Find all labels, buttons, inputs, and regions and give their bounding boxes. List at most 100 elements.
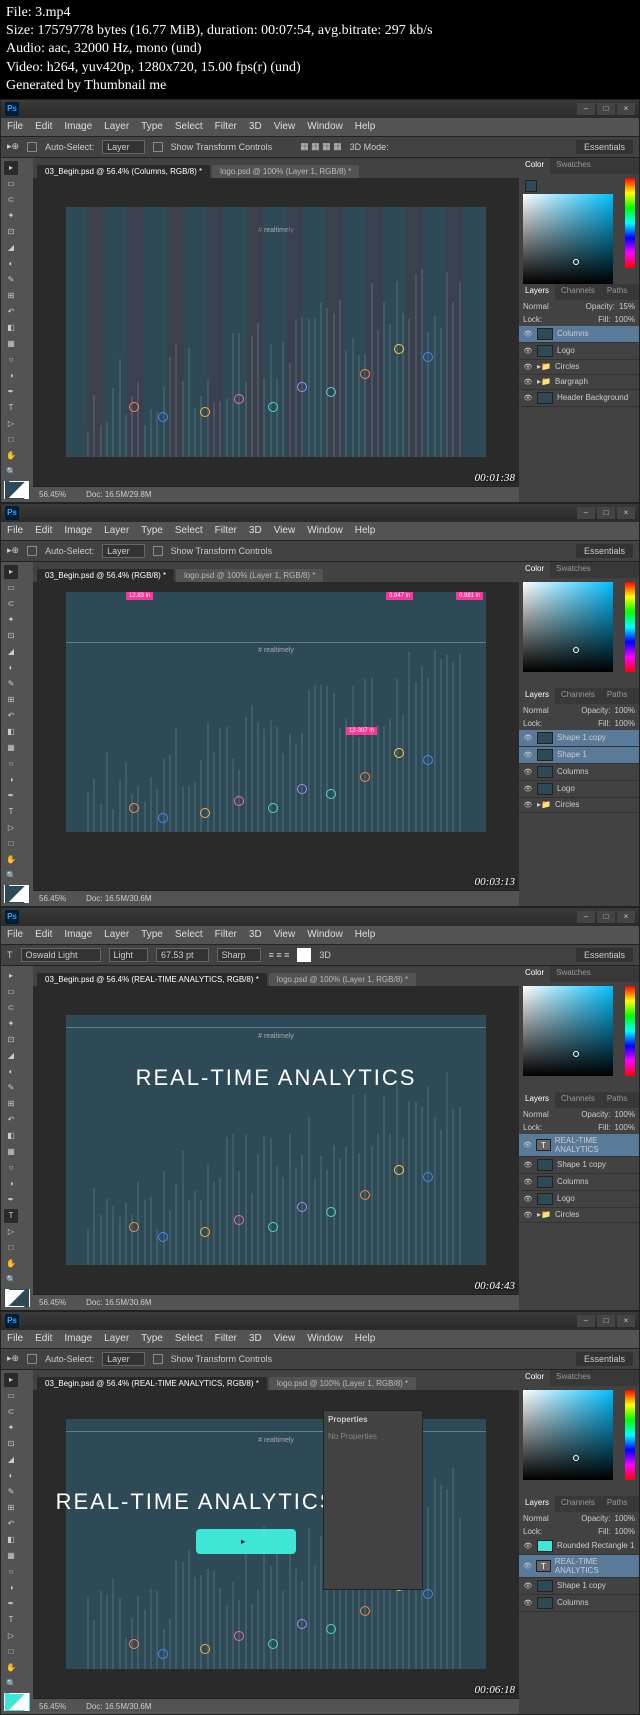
color-tab[interactable]: Color bbox=[519, 1370, 550, 1386]
headline-text[interactable]: REAL-TIME ANALYTICS bbox=[66, 1065, 486, 1091]
opacity-value[interactable]: 100% bbox=[615, 1110, 635, 1119]
menu-edit[interactable]: Edit bbox=[35, 525, 52, 536]
font-size-dropdown[interactable]: 67.53 pt bbox=[156, 948, 209, 962]
menu-type[interactable]: Type bbox=[141, 929, 163, 940]
marquee-tool[interactable]: ▭ bbox=[4, 177, 18, 191]
wand-tool[interactable]: ✦ bbox=[4, 1421, 18, 1435]
menu-help[interactable]: Help bbox=[355, 929, 376, 940]
brush-tool[interactable]: ✎ bbox=[4, 677, 18, 691]
paths-tab[interactable]: Paths bbox=[601, 284, 633, 300]
fill-value[interactable]: 100% bbox=[615, 719, 635, 728]
color-swatches[interactable] bbox=[4, 481, 30, 499]
menu-file[interactable]: File bbox=[7, 929, 23, 940]
gradient-tool[interactable]: ▦ bbox=[4, 741, 18, 755]
visibility-icon[interactable]: 👁 bbox=[523, 784, 533, 794]
autoselect-checkbox[interactable] bbox=[27, 546, 37, 556]
pen-tool[interactable]: ✒ bbox=[4, 385, 18, 399]
menu-window[interactable]: Window bbox=[307, 121, 343, 132]
layers-tab[interactable]: Layers bbox=[519, 1496, 555, 1512]
menu-type[interactable]: Type bbox=[141, 121, 163, 132]
brush-tool[interactable]: ✎ bbox=[4, 1485, 18, 1499]
menu-view[interactable]: View bbox=[274, 1333, 296, 1344]
tab-logo[interactable]: logo.psd @ 100% (Layer 1, RGB/8) * bbox=[269, 1377, 416, 1390]
lasso-tool[interactable]: ⊂ bbox=[4, 193, 18, 207]
heal-tool[interactable]: ◐ bbox=[4, 1469, 18, 1483]
menu-select[interactable]: Select bbox=[175, 929, 203, 940]
visibility-icon[interactable]: 👁 bbox=[523, 377, 533, 387]
menu-select[interactable]: Select bbox=[175, 525, 203, 536]
gradient-tool[interactable]: ▦ bbox=[4, 1549, 18, 1563]
layer-row[interactable]: 👁▸📁Circles bbox=[519, 360, 639, 375]
channels-tab[interactable]: Channels bbox=[555, 1496, 601, 1512]
close-button[interactable]: × bbox=[617, 1315, 635, 1327]
autoselect-dropdown[interactable]: Layer bbox=[102, 1352, 145, 1366]
visibility-icon[interactable]: 👁 bbox=[523, 1140, 532, 1150]
transform-checkbox[interactable] bbox=[153, 1354, 163, 1364]
zoom-tool[interactable]: 🔍 bbox=[4, 869, 18, 883]
layer-row[interactable]: 👁▸📁Bargraph bbox=[519, 375, 639, 390]
menu-window[interactable]: Window bbox=[307, 929, 343, 940]
fill-value[interactable]: 100% bbox=[615, 1527, 635, 1536]
layer-row[interactable]: 👁TREAL-TIME ANALYTICS bbox=[519, 1555, 639, 1578]
hand-tool[interactable]: ✋ bbox=[4, 1661, 18, 1675]
eyedropper-tool[interactable]: ◢ bbox=[4, 241, 18, 255]
history-brush-tool[interactable]: ↶ bbox=[4, 305, 18, 319]
hue-slider[interactable] bbox=[625, 582, 635, 672]
menu-layer[interactable]: Layer bbox=[104, 121, 129, 132]
menu-3d[interactable]: 3D bbox=[249, 1333, 262, 1344]
autoselect-dropdown[interactable]: Layer bbox=[102, 140, 145, 154]
color-picker[interactable] bbox=[519, 1386, 639, 1496]
shape-tool[interactable]: □ bbox=[4, 837, 18, 851]
swatches-tab[interactable]: Swatches bbox=[550, 966, 597, 982]
tab-begin[interactable]: 03_Begin.psd @ 56.4% (REAL-TIME ANALYTIC… bbox=[37, 1377, 267, 1390]
layer-row[interactable]: 👁Rounded Rectangle 1 bbox=[519, 1538, 639, 1555]
minimize-button[interactable]: – bbox=[577, 103, 595, 115]
color-field[interactable] bbox=[523, 194, 613, 284]
layer-row[interactable]: 👁Shape 1 copy bbox=[519, 730, 639, 747]
close-button[interactable]: × bbox=[617, 507, 635, 519]
color-picker[interactable] bbox=[519, 578, 639, 688]
visibility-icon[interactable]: 👁 bbox=[523, 1598, 533, 1608]
type-tool[interactable]: T bbox=[4, 401, 18, 415]
shape-tool[interactable]: □ bbox=[4, 433, 18, 447]
layer-row[interactable]: 👁Columns bbox=[519, 326, 639, 343]
tab-logo[interactable]: logo.psd @ 100% (Layer 1, RGB/8) * bbox=[212, 165, 359, 178]
workspace-switcher[interactable]: Essentials bbox=[576, 140, 633, 154]
close-button[interactable]: × bbox=[617, 911, 635, 923]
tab-begin[interactable]: 03_Begin.psd @ 56.4% (REAL-TIME ANALYTIC… bbox=[37, 973, 267, 986]
maximize-button[interactable]: □ bbox=[597, 103, 615, 115]
aa-dropdown[interactable]: Sharp bbox=[217, 948, 261, 962]
color-field[interactable] bbox=[523, 1390, 613, 1480]
fill-value[interactable]: 100% bbox=[615, 315, 635, 324]
minimize-button[interactable]: – bbox=[577, 911, 595, 923]
menu-layer[interactable]: Layer bbox=[104, 1333, 129, 1344]
fg-swatch[interactable] bbox=[525, 180, 537, 192]
color-tab[interactable]: Color bbox=[519, 562, 550, 578]
menu-view[interactable]: View bbox=[274, 929, 296, 940]
color-tab[interactable]: Color bbox=[519, 158, 550, 174]
stamp-tool[interactable]: ⊞ bbox=[4, 693, 18, 707]
eraser-tool[interactable]: ◧ bbox=[4, 725, 18, 739]
lasso-tool[interactable]: ⊂ bbox=[4, 1001, 18, 1015]
menu-select[interactable]: Select bbox=[175, 1333, 203, 1344]
maximize-button[interactable]: □ bbox=[597, 911, 615, 923]
menu-window[interactable]: Window bbox=[307, 525, 343, 536]
close-button[interactable]: × bbox=[617, 103, 635, 115]
hue-slider[interactable] bbox=[625, 178, 635, 268]
canvas[interactable]: 12.83 in 0.847 in 0.981 in 12-307 in # r… bbox=[33, 582, 519, 890]
pen-tool[interactable]: ✒ bbox=[4, 789, 18, 803]
menu-3d[interactable]: 3D bbox=[249, 121, 262, 132]
menu-3d[interactable]: 3D bbox=[249, 525, 262, 536]
type-tool[interactable]: T bbox=[4, 1209, 18, 1223]
paths-tab[interactable]: Paths bbox=[601, 1092, 633, 1108]
color-tab[interactable]: Color bbox=[519, 966, 550, 982]
workspace-switcher[interactable]: Essentials bbox=[576, 1352, 633, 1366]
visibility-icon[interactable]: 👁 bbox=[523, 750, 533, 760]
layer-row[interactable]: 👁Columns bbox=[519, 1595, 639, 1612]
autoselect-checkbox[interactable] bbox=[27, 142, 37, 152]
move-tool[interactable]: ▸ bbox=[4, 565, 18, 579]
eraser-tool[interactable]: ◧ bbox=[4, 321, 18, 335]
font-family-dropdown[interactable]: Oswald Light bbox=[21, 948, 101, 962]
layer-row[interactable]: 👁Columns bbox=[519, 1174, 639, 1191]
eraser-tool[interactable]: ◧ bbox=[4, 1533, 18, 1547]
